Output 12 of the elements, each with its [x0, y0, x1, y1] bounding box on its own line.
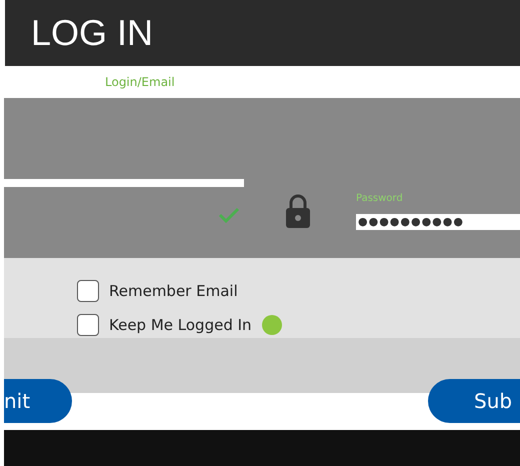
password-field[interactable]: ●●●●●●●●●● — [356, 214, 520, 230]
checkbox[interactable] — [77, 280, 99, 302]
submit-button[interactable]: nit — [4, 379, 72, 423]
email-field[interactable] — [4, 179, 244, 187]
submit-button[interactable]: Sub — [428, 379, 520, 423]
login-label: Login/Email — [105, 75, 175, 89]
page-title: LOG IN — [31, 12, 154, 54]
checkbox-label: Keep Me Logged In — [109, 316, 252, 334]
checkbox[interactable] — [77, 314, 99, 336]
checkbox-label: Remember Email — [109, 282, 238, 300]
password-label: Password — [356, 192, 404, 204]
lock-icon — [284, 193, 312, 229]
